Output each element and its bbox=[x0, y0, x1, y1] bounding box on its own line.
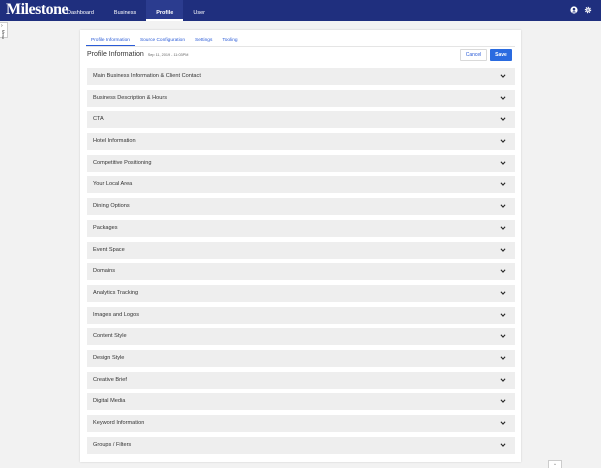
gear-icon[interactable] bbox=[584, 6, 592, 14]
accordion-section-label: Keyword Information bbox=[93, 420, 145, 426]
chevron-up-icon: ^ bbox=[554, 462, 556, 467]
accordion-section-label: Business Description & Hours bbox=[93, 94, 167, 101]
chevron-down-icon[interactable] bbox=[500, 138, 506, 144]
nav-business[interactable]: Business bbox=[104, 0, 146, 21]
chevron-down-icon[interactable] bbox=[500, 203, 506, 209]
tab-tooling[interactable]: Tooling bbox=[217, 35, 242, 46]
accordion-section[interactable]: Creative Brief bbox=[87, 371, 515, 389]
tab-settings[interactable]: Settings bbox=[190, 35, 217, 46]
accordion-section[interactable]: Digital Media bbox=[87, 393, 515, 411]
chevron-down-icon[interactable] bbox=[500, 160, 506, 166]
accordion-section[interactable]: Hotel Information bbox=[87, 133, 515, 151]
chevron-down-icon[interactable] bbox=[500, 268, 506, 274]
save-button[interactable]: Save bbox=[490, 49, 512, 61]
chevron-down-icon[interactable] bbox=[500, 73, 506, 79]
scroll-to-top-button[interactable]: ^ bbox=[548, 460, 562, 468]
nav-user[interactable]: User bbox=[183, 0, 215, 21]
accordion-section[interactable]: Groups / Filters bbox=[87, 436, 515, 454]
page-title: Profile Information bbox=[87, 51, 144, 58]
accordion-section[interactable]: Packages bbox=[87, 219, 515, 237]
subtab-bar: Profile Information Source Configuration… bbox=[86, 35, 243, 46]
accordion-section-label: Images and Logos bbox=[93, 311, 140, 318]
accordion-section[interactable]: Business Description & Hours bbox=[87, 89, 515, 107]
header-actions bbox=[570, 6, 592, 14]
top-navbar: Milestone Dashboard Business Profile Use… bbox=[0, 0, 601, 21]
accordion-section[interactable]: Main Business Information & Client Conta… bbox=[87, 68, 515, 85]
accordion-section-label: Content Style bbox=[93, 333, 127, 340]
accordion-section-label: Your Local Area bbox=[93, 181, 133, 188]
accordion-section-label: Digital Media bbox=[93, 398, 126, 405]
accordion-section[interactable]: Competitive Positioning bbox=[87, 154, 515, 172]
profile-card: Profile Information Source Configuration… bbox=[80, 30, 521, 462]
accordion-section-label: Main Business Information & Client Conta… bbox=[93, 73, 201, 79]
nav-dashboard[interactable]: Dashboard bbox=[57, 0, 104, 21]
chevron-down-icon[interactable] bbox=[500, 377, 506, 383]
accordion-section-label: Dining Options bbox=[93, 203, 130, 210]
accordion-section-label: Analytics Tracking bbox=[93, 289, 139, 296]
accordion-section[interactable]: Images and Logos bbox=[87, 306, 515, 324]
chevron-down-icon[interactable] bbox=[500, 225, 506, 231]
accordion-list: Main Business Information & Client Conta… bbox=[87, 68, 515, 458]
page-title-row: Profile Information Sep 11, 2019 - 11:03… bbox=[87, 51, 188, 58]
accordion-section-label: Groups / Filters bbox=[93, 441, 132, 448]
tab-source-configuration[interactable]: Source Configuration bbox=[135, 35, 190, 46]
accordion-section-label: Competitive Positioning bbox=[93, 159, 152, 166]
menu-toggle[interactable]: › Menu bbox=[0, 22, 8, 39]
accordion-section[interactable]: Design Style bbox=[87, 349, 515, 367]
subtab-divider bbox=[86, 46, 515, 47]
accordion-section[interactable]: Your Local Area bbox=[87, 176, 515, 194]
accordion-section[interactable]: Dining Options bbox=[87, 198, 515, 216]
accordion-section[interactable]: Event Space bbox=[87, 241, 515, 259]
chevron-down-icon[interactable] bbox=[500, 355, 506, 361]
accordion-section[interactable]: Analytics Tracking bbox=[87, 284, 515, 302]
chevron-down-icon[interactable] bbox=[500, 442, 506, 448]
accordion-section[interactable]: Keyword Information bbox=[87, 415, 515, 432]
cancel-button[interactable]: Cancel bbox=[460, 49, 487, 61]
accordion-section-label: Design Style bbox=[93, 354, 125, 361]
nav-profile[interactable]: Profile bbox=[146, 0, 184, 21]
accordion-section[interactable]: Content Style bbox=[87, 328, 515, 346]
accordion-section-label: CTA bbox=[93, 116, 104, 123]
accordion-section[interactable]: CTA bbox=[87, 111, 515, 129]
accordion-section-label: Event Space bbox=[93, 246, 125, 253]
chevron-right-icon: › bbox=[1, 23, 3, 29]
main-nav: Dashboard Business Profile User bbox=[57, 0, 215, 21]
chevron-down-icon[interactable] bbox=[500, 181, 506, 187]
accordion-section-label: Creative Brief bbox=[93, 376, 127, 383]
accordion-section-label: Packages bbox=[93, 224, 118, 231]
accordion-section-label: Domains bbox=[93, 268, 116, 275]
chevron-down-icon[interactable] bbox=[500, 420, 506, 426]
chevron-down-icon[interactable] bbox=[500, 95, 506, 101]
chevron-down-icon[interactable] bbox=[500, 247, 506, 253]
chevron-down-icon[interactable] bbox=[500, 116, 506, 122]
tab-profile-information[interactable]: Profile Information bbox=[86, 35, 135, 46]
chevron-down-icon[interactable] bbox=[500, 398, 506, 404]
last-updated-date: Sep 11, 2019 - 11:03PM bbox=[147, 53, 189, 57]
accordion-section-label: Hotel Information bbox=[93, 138, 136, 145]
chevron-down-icon[interactable] bbox=[500, 312, 506, 318]
chevron-down-icon[interactable] bbox=[500, 290, 506, 296]
account-icon[interactable] bbox=[570, 6, 578, 14]
accordion-section[interactable]: Domains bbox=[87, 263, 515, 281]
menu-label: Menu bbox=[1, 30, 5, 39]
chevron-down-icon[interactable] bbox=[500, 333, 506, 339]
